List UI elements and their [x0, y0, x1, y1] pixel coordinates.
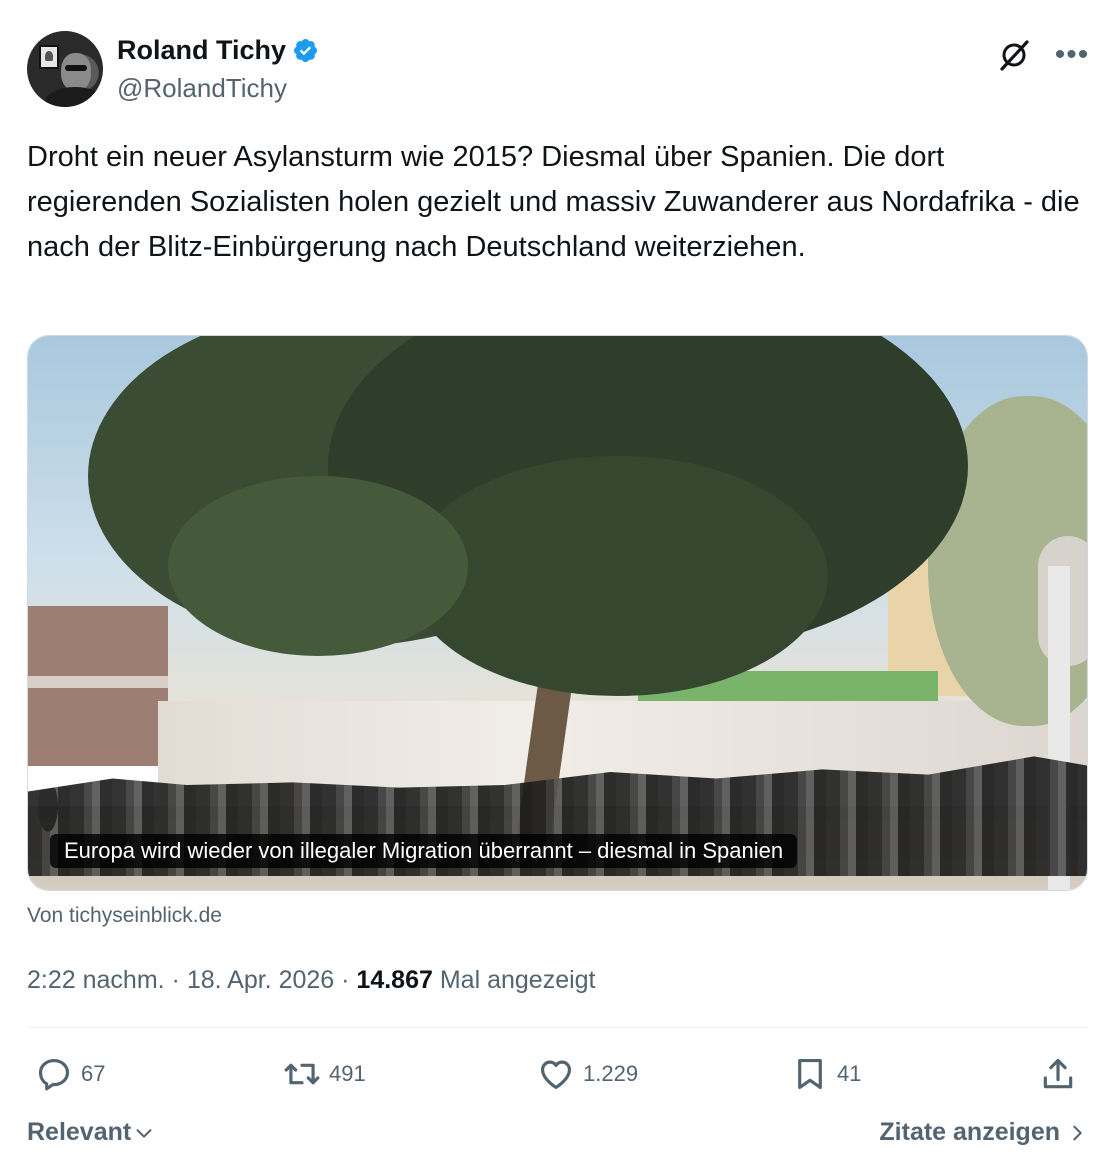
reply-icon [38, 1058, 70, 1091]
card-caption: Europa wird wieder von illegaler Migrati… [50, 834, 798, 868]
view-quotes-link[interactable]: Zitate anzeigen [879, 1118, 1088, 1147]
views-label: Mal angezeigt [439, 966, 596, 994]
reply-count: 67 [81, 1061, 106, 1086]
divider [27, 1027, 1088, 1028]
meta-separator: · [171, 966, 187, 994]
tweet-time[interactable]: 2:22 nachm. [27, 966, 165, 994]
bookmark-button[interactable]: 41 [791, 1052, 861, 1096]
author-display-name[interactable]: Roland Tichy [117, 33, 286, 67]
share-icon [1043, 1058, 1073, 1089]
bookmark-icon [798, 1058, 822, 1090]
header-actions: ••• [996, 37, 1090, 73]
avatar-frame [39, 45, 59, 69]
like-count: 1.229 [583, 1061, 639, 1086]
avatar-shoulders [45, 87, 103, 107]
meta-separator: · [341, 966, 357, 994]
tweet-text: Droht ein neuer Asylansturm wie 2015? Di… [27, 141, 1080, 263]
share-button[interactable] [1039, 1052, 1077, 1096]
author-block: Roland Tichy @RolandTichy [117, 33, 319, 105]
retweet-count: 491 [329, 1061, 366, 1086]
card-source-link[interactable]: Von tichyseinblick.de [27, 902, 222, 930]
avatar[interactable] [27, 31, 103, 107]
author-name-row[interactable]: Roland Tichy [117, 33, 319, 67]
more-options-icon[interactable]: ••• [1054, 40, 1090, 70]
like-button[interactable]: 1.229 [537, 1052, 638, 1096]
bookmark-count: 41 [837, 1061, 862, 1086]
verified-badge-icon [294, 38, 318, 62]
sort-dropdown[interactable]: Relevant [27, 1118, 155, 1147]
retweet-button[interactable]: 491 [283, 1052, 366, 1096]
tweet-header: Roland Tichy @RolandTichy ••• [27, 31, 1090, 111]
grok-icon[interactable] [996, 37, 1032, 73]
author-handle[interactable]: @RolandTichy [117, 71, 319, 105]
video-card[interactable]: Europa wird wieder von illegaler Migrati… [27, 335, 1088, 891]
avatar-face [61, 53, 91, 91]
sort-label: Relevant [27, 1118, 132, 1146]
views-count: 14.867 [356, 966, 433, 994]
video-thumbnail [28, 336, 1087, 890]
tweet-date[interactable]: 18. Apr. 2026 [187, 966, 334, 994]
tweet-meta: 2:22 nachm. · 18. Apr. 2026 · 14.867 Mal… [27, 963, 596, 997]
action-bar: 67 491 1.229 41 [27, 1052, 1088, 1096]
heart-icon [540, 1060, 572, 1090]
reply-button[interactable]: 67 [35, 1052, 105, 1096]
replies-footer: Relevant Zitate anzeigen [27, 1118, 1088, 1152]
chevron-down-icon [136, 1128, 152, 1138]
retweet-icon [284, 1063, 320, 1085]
quotes-label: Zitate anzeigen [879, 1118, 1060, 1146]
chevron-right-icon [1073, 1125, 1082, 1140]
